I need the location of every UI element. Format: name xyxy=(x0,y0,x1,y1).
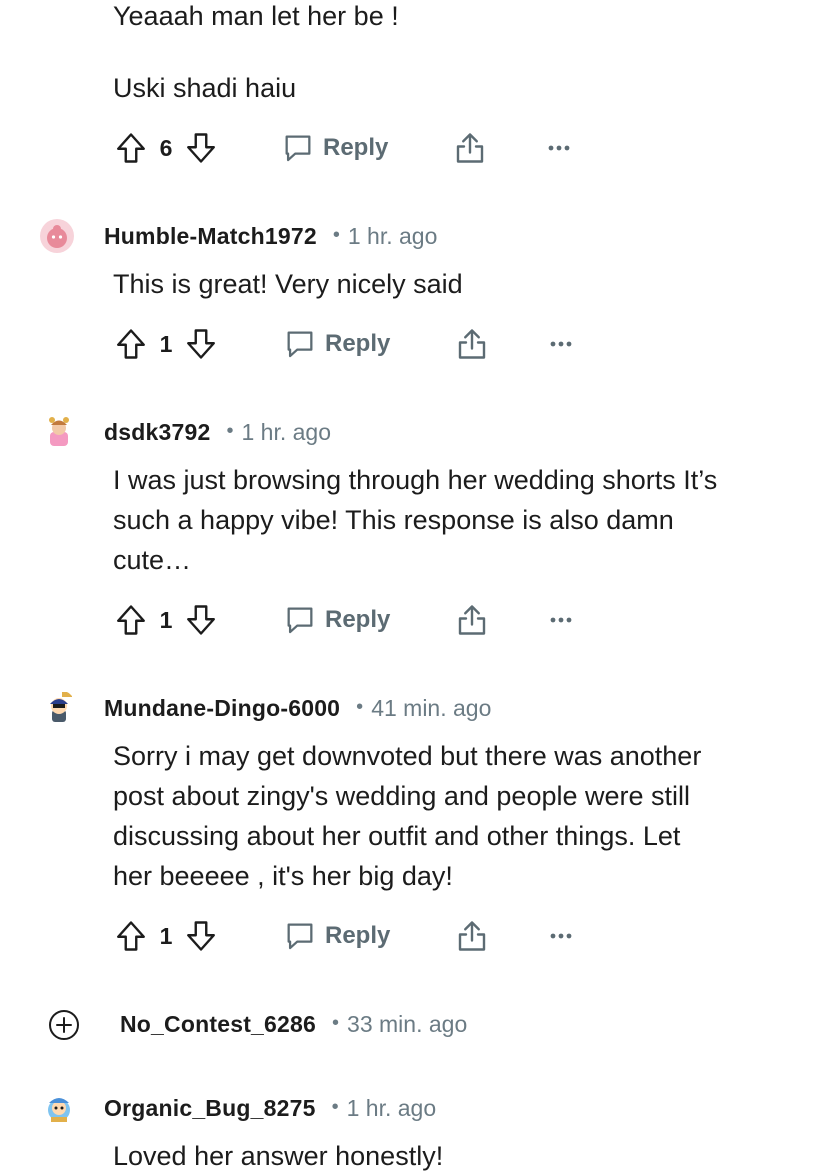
separator-dot: • xyxy=(226,419,234,442)
downvote-icon[interactable] xyxy=(183,918,219,954)
reply-label: Reply xyxy=(325,606,391,633)
separator-dot: • xyxy=(332,223,340,246)
more-options-icon[interactable] xyxy=(548,339,574,349)
speech-bubble-icon xyxy=(283,327,317,361)
comment-line: Uski shadi haiu xyxy=(113,73,297,103)
upvote-icon[interactable] xyxy=(113,602,149,638)
avatar[interactable] xyxy=(40,219,74,253)
more-options-icon[interactable] xyxy=(548,615,574,625)
username[interactable]: Mundane-Dingo-6000 xyxy=(104,695,340,722)
share-icon[interactable] xyxy=(452,130,488,166)
comment-body: Yeaaah man let her be ! Uski shadi haiu xyxy=(113,0,399,108)
comment-meta: Humble-Match1972 • 1 hr. ago xyxy=(104,216,437,256)
comment-body: Loved her answer honestly! xyxy=(113,1136,443,1176)
upvote-icon[interactable] xyxy=(113,918,149,954)
comment-meta: No_Contest_6286 • 33 min. ago xyxy=(120,1004,467,1044)
comment-line: post about zingy's wedding and people we… xyxy=(113,781,691,811)
separator-dot: • xyxy=(331,1095,339,1118)
speech-bubble-icon xyxy=(283,603,317,637)
more-options-icon[interactable] xyxy=(548,931,574,941)
reply-label: Reply xyxy=(325,330,391,357)
more-options-icon[interactable] xyxy=(546,143,572,153)
username[interactable]: No_Contest_6286 xyxy=(120,1011,316,1038)
avatar[interactable] xyxy=(42,414,76,448)
comment-body: I was just browsing through her wedding … xyxy=(113,460,717,580)
comment-line: discussing about her outfit and other th… xyxy=(113,821,681,851)
expand-thread-icon[interactable] xyxy=(47,1008,81,1047)
comment-meta: Mundane-Dingo-6000 • 41 min. ago xyxy=(104,688,491,728)
reply-label: Reply xyxy=(323,134,389,161)
reply-label: Reply xyxy=(325,922,391,949)
comment-meta: Organic_Bug_8275 • 1 hr. ago xyxy=(104,1088,436,1128)
comment-line: Sorry i may get downvoted but there was … xyxy=(113,741,702,771)
separator-dot: • xyxy=(356,695,364,718)
timestamp: 33 min. ago xyxy=(347,1010,468,1037)
vote-count: 1 xyxy=(159,330,173,357)
comment-body: Sorry i may get downvoted but there was … xyxy=(113,736,701,896)
speech-bubble-icon xyxy=(283,919,317,953)
comment-actions: 1 Reply xyxy=(113,598,574,642)
downvote-icon[interactable] xyxy=(183,130,219,166)
username[interactable]: Humble-Match1972 xyxy=(104,223,317,250)
avatar[interactable] xyxy=(42,690,76,724)
downvote-icon[interactable] xyxy=(183,326,219,362)
speech-bubble-icon xyxy=(281,131,315,165)
avatar[interactable] xyxy=(42,1091,76,1125)
comment-body: This is great! Very nicely said xyxy=(113,264,463,304)
comment-line: cute… xyxy=(113,545,192,575)
comment-line xyxy=(113,36,399,68)
timestamp: 1 hr. ago xyxy=(241,418,331,445)
comment-line: her beeeee , it's her big day! xyxy=(113,861,453,891)
reply-button[interactable]: Reply xyxy=(283,603,390,637)
comment-line: I was just browsing through her wedding … xyxy=(113,465,718,495)
vote-count: 6 xyxy=(159,134,173,161)
comment-line: such a happy vibe! This response is also… xyxy=(113,505,674,535)
comment-line: This is great! Very nicely said xyxy=(113,269,463,299)
upvote-icon[interactable] xyxy=(113,130,149,166)
comment-line: Loved her answer honestly! xyxy=(113,1141,444,1171)
username[interactable]: dsdk3792 xyxy=(104,419,210,446)
comment-actions: 1 Reply xyxy=(113,322,574,366)
comment-actions: 6 Reply xyxy=(113,126,572,170)
separator-dot: • xyxy=(332,1011,340,1034)
timestamp: 1 hr. ago xyxy=(346,1094,437,1121)
timestamp: 41 min. ago xyxy=(371,694,492,721)
reply-button[interactable]: Reply xyxy=(281,131,388,165)
upvote-icon[interactable] xyxy=(113,326,149,362)
share-icon[interactable] xyxy=(454,602,490,638)
vote-count: 1 xyxy=(159,922,173,949)
username[interactable]: Organic_Bug_8275 xyxy=(104,1095,316,1122)
comment-meta: dsdk3792 • 1 hr. ago xyxy=(104,412,331,452)
vote-count: 1 xyxy=(159,606,173,633)
share-icon[interactable] xyxy=(454,326,490,362)
reply-button[interactable]: Reply xyxy=(283,919,390,953)
comment-line: Yeaaah man let her be ! xyxy=(113,1,399,31)
timestamp: 1 hr. ago xyxy=(347,222,438,249)
comment-actions: 1 Reply xyxy=(113,914,574,958)
downvote-icon[interactable] xyxy=(183,602,219,638)
share-icon[interactable] xyxy=(454,918,490,954)
reply-button[interactable]: Reply xyxy=(283,327,390,361)
